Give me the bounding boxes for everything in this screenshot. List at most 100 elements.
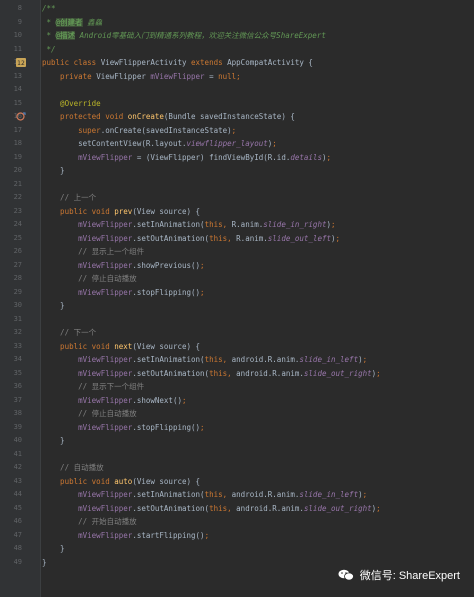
- line-number: 43: [13, 476, 22, 485]
- code-token: R.anim.: [231, 220, 264, 229]
- code-text: mViewFlipper.showNext();: [42, 394, 186, 408]
- code-token: /**: [42, 4, 56, 13]
- code-line[interactable]: 14: [0, 83, 474, 97]
- code-token: ;: [331, 220, 336, 229]
- code-token: 鑫鱻: [82, 17, 103, 27]
- code-line[interactable]: 47 mViewFlipper.startFlipping();: [0, 529, 474, 543]
- code-text: mViewFlipper.stopFlipping();: [42, 421, 204, 435]
- code-line[interactable]: 9 * @创建者 鑫鱻: [0, 16, 474, 30]
- code-text: }: [42, 542, 65, 556]
- code-line[interactable]: 43 public void auto(View source) {: [0, 475, 474, 489]
- code-text: */: [42, 43, 56, 57]
- code-token: mViewFlipper: [78, 530, 133, 540]
- run-class-icon[interactable]: 12: [16, 58, 26, 67]
- code-token: R.anim.: [236, 233, 268, 243]
- code-text: mViewFlipper.setOutAnimation(this, andro…: [42, 367, 381, 381]
- code-token: this,: [204, 220, 232, 229]
- code-text: super.onCreate(savedInstanceState);: [42, 124, 236, 138]
- code-line[interactable]: 31: [0, 313, 474, 327]
- code-line[interactable]: 42 // 自动播放: [0, 461, 474, 475]
- code-line[interactable]: 15 @Override: [0, 97, 474, 111]
- code-line[interactable]: 17 super.onCreate(savedInstanceState);: [0, 124, 474, 138]
- code-line[interactable]: 19 mViewFlipper = (ViewFlipper) findView…: [0, 151, 474, 165]
- code-line[interactable]: 44 mViewFlipper.setInAnimation(this, and…: [0, 488, 474, 502]
- code-line[interactable]: 29 mViewFlipper.stopFlipping();: [0, 286, 474, 300]
- line-number: 20: [13, 166, 22, 174]
- code-token: ;: [362, 355, 368, 364]
- code-line[interactable]: 40 }: [0, 434, 474, 448]
- code-text: * @创建者 鑫鱻: [42, 16, 102, 30]
- code-line[interactable]: 26 // 显示上一个组件: [0, 245, 474, 259]
- code-token: // 下一个: [42, 328, 97, 337]
- code-token: super: [42, 125, 101, 135]
- line-number: 24: [13, 220, 22, 228]
- code-line[interactable]: 21: [0, 178, 474, 192]
- code-text: // 停止自动播放: [42, 407, 137, 421]
- code-line[interactable]: 23 public void prev(View source) {: [0, 205, 474, 219]
- code-line[interactable]: 18 setContentView(R.layout.viewflipper_l…: [0, 137, 474, 151]
- code-line[interactable]: 48 }: [0, 542, 474, 556]
- code-line[interactable]: 25 mViewFlipper.setOutAnimation(this, R.…: [0, 232, 474, 246]
- code-token: slide_in_right: [263, 220, 327, 229]
- code-line[interactable]: 39 mViewFlipper.stopFlipping();: [0, 421, 474, 435]
- code-line[interactable]: 24 mViewFlipper.setInAnimation(this, R.a…: [0, 218, 474, 232]
- code-line[interactable]: 22 // 上一个: [0, 191, 474, 205]
- code-token: mViewFlipper: [78, 233, 133, 243]
- code-text: mViewFlipper.showPrevious();: [42, 259, 204, 273]
- code-line[interactable]: 46 // 开始自动播放: [0, 515, 474, 529]
- line-number: 10: [13, 31, 22, 39]
- code-token: protected void: [42, 112, 128, 121]
- code-token: this,: [209, 503, 237, 513]
- code-token: this,: [209, 233, 237, 243]
- code-token: slide_out_left: [267, 233, 331, 243]
- code-token: slide_in_left: [299, 355, 359, 364]
- code-text: }: [42, 164, 65, 178]
- code-line[interactable]: 30 }: [0, 299, 474, 313]
- code-token: ;: [200, 287, 205, 297]
- code-line[interactable]: 41: [0, 448, 474, 462]
- code-token: auto: [114, 476, 133, 486]
- code-text: mViewFlipper.stopFlipping();: [42, 286, 205, 300]
- code-line[interactable]: 10 * @描述 Android零基础入门到精通系列教程，欢迎关注微信公众号Sh…: [0, 29, 474, 43]
- code-line[interactable]: 38 // 停止自动播放: [0, 407, 474, 421]
- code-line[interactable]: 27 mViewFlipper.showPrevious();: [0, 259, 474, 273]
- code-line[interactable]: 32 // 下一个: [0, 326, 474, 340]
- code-token: .setOutAnimation(: [132, 233, 210, 243]
- line-number: 33: [13, 341, 22, 350]
- code-line[interactable]: 34 mViewFlipper.setInAnimation(this, and…: [0, 353, 474, 367]
- code-token: */: [42, 44, 56, 54]
- code-token: android.R.anim.: [236, 368, 304, 378]
- code-line[interactable]: 36 // 显示下一个组件: [0, 380, 474, 394]
- code-token: mViewFlipper: [78, 503, 133, 513]
- code-token: (View source) {: [132, 341, 201, 351]
- code-line[interactable]: 45 mViewFlipper.setOutAnimation(this, an…: [0, 502, 474, 516]
- code-line[interactable]: 28 // 停止自动播放: [0, 272, 474, 286]
- code-line[interactable]: 20 }: [0, 164, 474, 178]
- code-line[interactable]: 33 public void next(View source) {: [0, 340, 474, 354]
- code-line[interactable]: 37 mViewFlipper.showNext();: [0, 394, 474, 408]
- code-text: mViewFlipper.setInAnimation(this, androi…: [42, 488, 367, 502]
- code-token: this,: [209, 368, 237, 378]
- code-line[interactable]: 11 */: [0, 43, 474, 57]
- code-line[interactable]: 8 /**: [0, 2, 474, 16]
- line-number: 17: [13, 125, 22, 134]
- code-token: }: [42, 166, 65, 175]
- code-token: // 上一个: [42, 193, 97, 202]
- code-line[interactable]: 16 protected void onCreate(Bundle savedI…: [0, 110, 474, 124]
- line-number: 19: [13, 152, 22, 161]
- code-editor[interactable]: 8/** 9 * @创建者 鑫鱻 10 * @描述 Android零基础入门到精通系…: [0, 0, 474, 597]
- code-line[interactable]: 35 mViewFlipper.setOutAnimation(this, an…: [0, 367, 474, 381]
- line-number: 31: [13, 314, 22, 323]
- code-token: mViewFlipper: [78, 368, 133, 378]
- code-token: public class: [42, 58, 101, 67]
- code-text: mViewFlipper.setOutAnimation(this, andro…: [42, 502, 381, 516]
- code-text: // 显示上一个组件: [42, 245, 144, 259]
- line-number: 13: [13, 71, 22, 80]
- code-line[interactable]: 13 private ViewFlipper mViewFlipper = nu…: [0, 70, 474, 84]
- override-method-icon[interactable]: [16, 112, 26, 121]
- code-line[interactable]: 1212public class ViewFlipperActivity ext…: [0, 56, 474, 70]
